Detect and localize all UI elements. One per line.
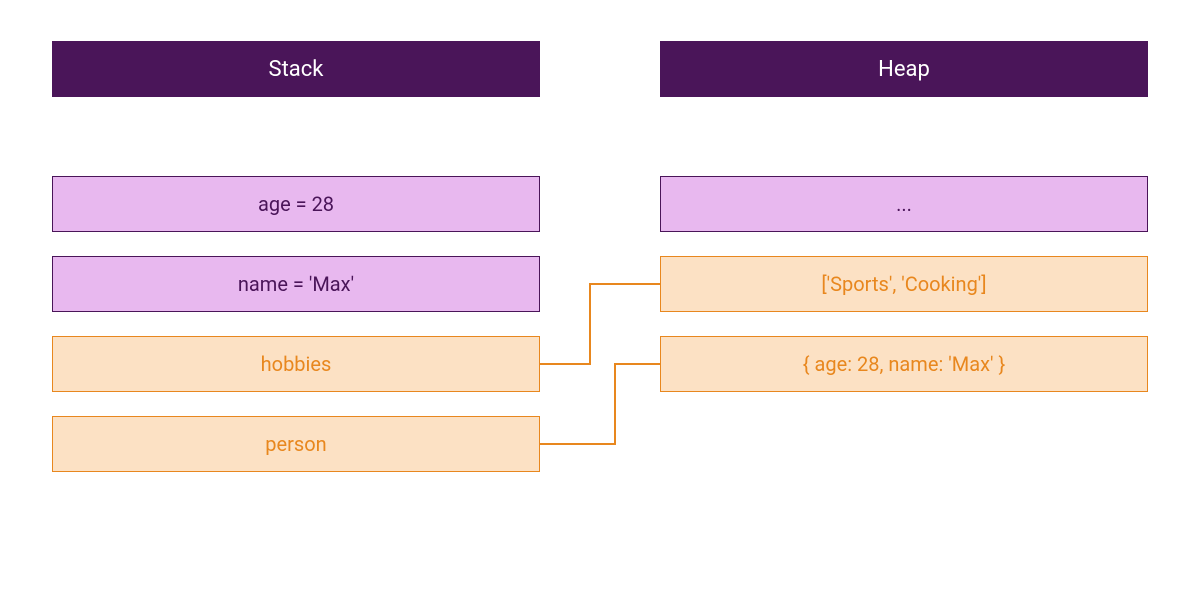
stack-header: Stack [52,41,540,97]
heap-item-ellipsis: ... [660,176,1148,232]
stack-item-name: name = 'Max' [52,256,540,312]
heap-item-array: ['Sports', 'Cooking'] [660,256,1148,312]
connector-hobbies-to-array [540,284,660,364]
heap-header: Heap [660,41,1148,97]
stack-item-age: age = 28 [52,176,540,232]
connector-person-to-object [540,364,660,444]
heap-item-object: { age: 28, name: 'Max' } [660,336,1148,392]
stack-item-person: person [52,416,540,472]
stack-item-hobbies: hobbies [52,336,540,392]
